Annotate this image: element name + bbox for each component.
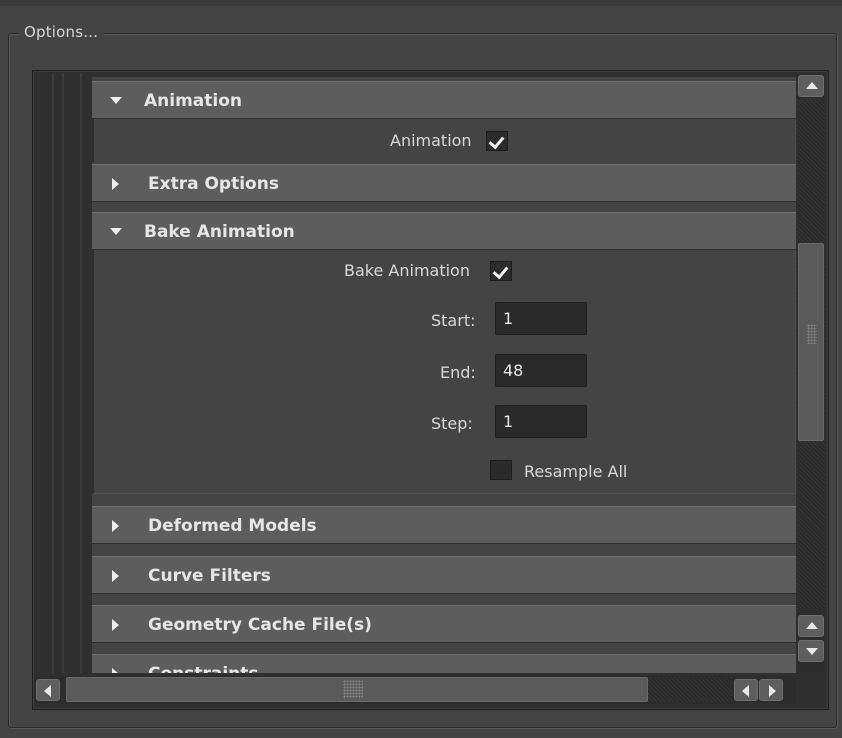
- arrow-up-icon: [806, 622, 818, 629]
- section-header-animation[interactable]: Animation: [92, 81, 796, 119]
- section-title: Geometry Cache File(s): [148, 615, 372, 635]
- top-strip: [0, 0, 842, 6]
- end-frame-field[interactable]: 48: [495, 354, 587, 387]
- section-header-curve-filters[interactable]: Curve Filters: [92, 556, 796, 594]
- section-title: Bake Animation: [144, 222, 295, 242]
- section-title: Curve Filters: [148, 566, 271, 586]
- triangle-right-icon: [112, 520, 119, 532]
- step-label: Step:: [431, 414, 473, 433]
- arrow-down-icon: [806, 648, 818, 655]
- options-group-title: Options...: [18, 23, 105, 41]
- horizontal-scroll-thumb[interactable]: [66, 677, 648, 702]
- scroll-left-button[interactable]: [36, 679, 60, 701]
- scroll-left-button-right[interactable]: [734, 679, 758, 701]
- scroll-up-button-lower[interactable]: [798, 615, 824, 637]
- grip-icon: [343, 680, 363, 698]
- triangle-right-icon: [112, 619, 119, 631]
- section-header-geometry-cache[interactable]: Geometry Cache File(s): [92, 605, 796, 643]
- bake-animation-checkbox-label: Bake Animation: [344, 261, 470, 280]
- triangle-right-icon: [112, 570, 119, 582]
- options-viewport: Animation Animation Extra Options Bake A…: [92, 77, 796, 673]
- section-header-deformed-models[interactable]: Deformed Models: [92, 506, 796, 544]
- triangle-right-icon: [112, 178, 119, 190]
- triangle-down-icon: [110, 228, 122, 235]
- animation-checkbox[interactable]: [486, 131, 508, 151]
- section-body-animation: Animation: [92, 119, 796, 162]
- vertical-scroll-thumb[interactable]: [798, 243, 824, 441]
- section-title: Animation: [144, 91, 243, 111]
- step-field[interactable]: 1: [495, 405, 587, 438]
- section-body-bake-animation: Bake Animation Start: 1 End: 48 Step: 1 …: [92, 250, 796, 494]
- arrow-up-icon: [806, 82, 818, 89]
- section-header-constraints[interactable]: Constraints: [92, 654, 796, 673]
- checkmark-icon: [488, 132, 505, 150]
- nesting-stripe: [52, 73, 54, 673]
- scroll-down-button[interactable]: [798, 640, 824, 662]
- checkmark-icon: [492, 262, 509, 280]
- nesting-stripe: [80, 73, 82, 673]
- triangle-right-icon: [112, 668, 119, 673]
- scroll-up-button[interactable]: [798, 75, 824, 97]
- section-title: Constraints: [148, 664, 259, 673]
- arrow-left-icon: [742, 685, 749, 697]
- start-label: Start:: [431, 311, 476, 330]
- arrow-left-icon: [44, 685, 51, 697]
- arrow-right-icon: [769, 685, 776, 697]
- triangle-down-icon: [110, 97, 122, 104]
- scroll-right-button[interactable]: [759, 679, 783, 701]
- section-header-extra-options[interactable]: Extra Options: [92, 164, 796, 202]
- start-frame-field[interactable]: 1: [495, 302, 587, 335]
- section-title: Extra Options: [148, 174, 279, 194]
- resample-all-checkbox[interactable]: [490, 460, 512, 480]
- section-title: Deformed Models: [148, 516, 317, 536]
- animation-checkbox-label: Animation: [390, 131, 472, 150]
- end-label: End:: [440, 363, 476, 382]
- nesting-stripe: [62, 73, 64, 673]
- resample-all-label: Resample All: [524, 462, 628, 481]
- grip-icon: [807, 324, 817, 344]
- horizontal-scroll-track[interactable]: [648, 677, 732, 702]
- section-header-bake-animation[interactable]: Bake Animation: [92, 212, 796, 250]
- bake-animation-checkbox[interactable]: [490, 261, 512, 281]
